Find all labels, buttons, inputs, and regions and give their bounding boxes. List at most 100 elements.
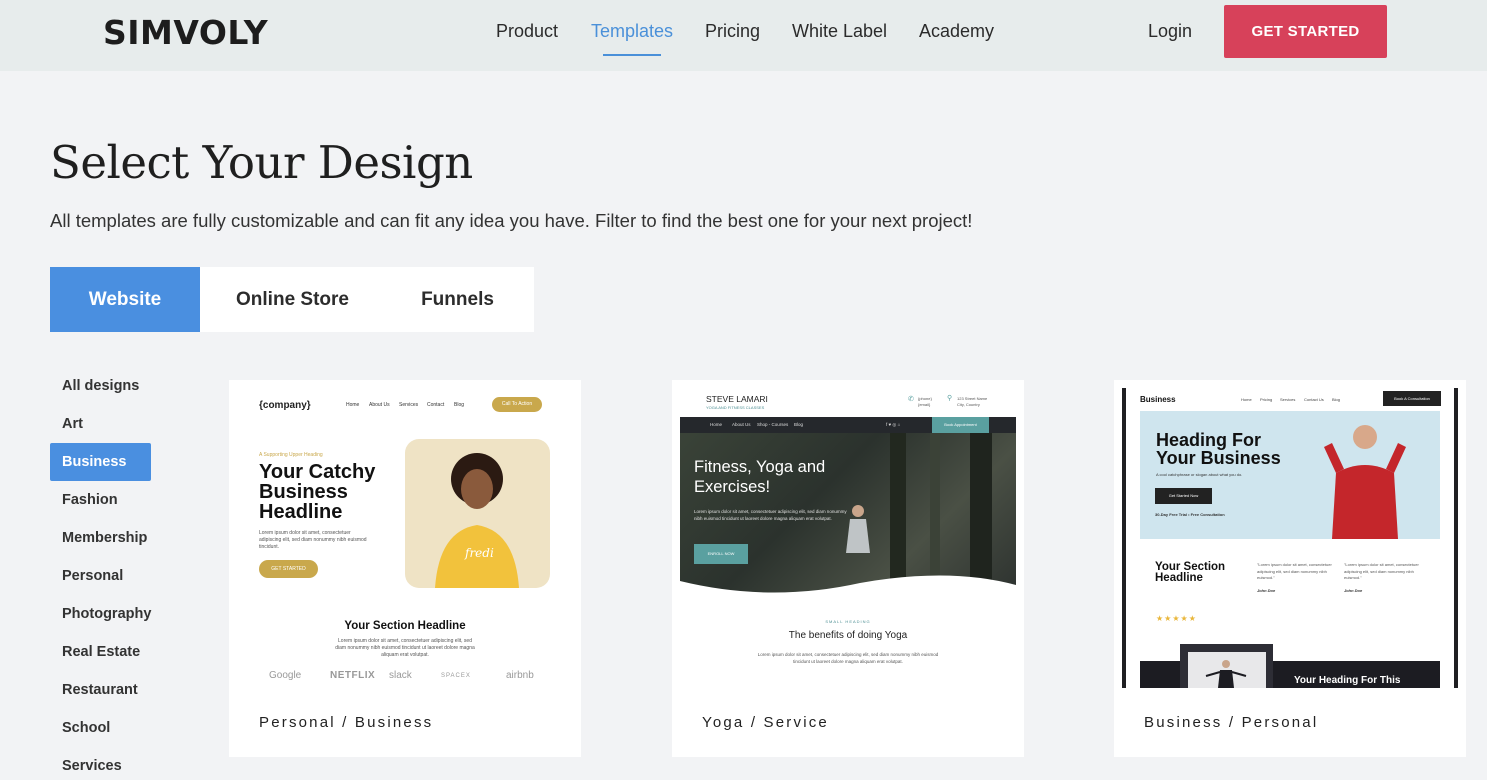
thumb-consultation-button: Book A Consultation bbox=[1383, 391, 1441, 406]
thumb-hero-title: Fitness, Yoga and Exercises! bbox=[694, 458, 826, 496]
thumb-get-started-button: Get Started Now bbox=[1155, 488, 1212, 504]
thumb-headline: Your Catchy Business Headline bbox=[259, 461, 376, 523]
nav-active-underline bbox=[603, 54, 661, 56]
thumb-book-button: Book Appointment bbox=[932, 417, 989, 433]
category-restaurant[interactable]: Restaurant bbox=[50, 671, 151, 709]
thumb-hero-note: 30-Day Free Trial • Free Consultation bbox=[1155, 512, 1225, 517]
thumb-brand-name: STEVE LAMARI bbox=[706, 394, 768, 404]
category-fashion[interactable]: Fashion bbox=[50, 481, 151, 519]
template-category-label: Personal / Business bbox=[259, 714, 434, 731]
get-started-button[interactable]: GET STARTED bbox=[1224, 5, 1387, 58]
page-title: Select Your Design bbox=[50, 136, 473, 189]
thumb-testimonial-text: "Lorem ipsum dolor sit amet, consectetue… bbox=[1257, 562, 1332, 580]
thumb-tagline: YOGA AND FITNESS CLASSES bbox=[706, 405, 765, 410]
template-type-tabs: Website Online Store Funnels bbox=[50, 267, 534, 332]
thumb-logo: {company} bbox=[259, 400, 311, 411]
thumb-shirt-text: fredi bbox=[464, 546, 494, 560]
thumb-section-headline: Your Section Headline bbox=[1155, 561, 1226, 584]
thumb-section-body: Lorem ipsum dolor sit amet, consectetuer… bbox=[757, 652, 939, 664]
thumb-nav-item: Contact Us bbox=[1304, 397, 1324, 402]
thumb-portrait-image: fredi bbox=[405, 439, 550, 588]
thumb-navbar: Home About Us Shop - Courses Blog f ♥ ◎ … bbox=[680, 417, 1016, 433]
category-membership[interactable]: Membership bbox=[50, 519, 151, 557]
simvoly-logo[interactable]: SIMVOLY bbox=[103, 13, 268, 52]
category-services[interactable]: Services bbox=[50, 747, 151, 780]
template-card-personal-business[interactable]: {company} Home About Us Services Contact… bbox=[229, 380, 581, 757]
location-pin-icon: ⚲ bbox=[947, 395, 953, 402]
category-business[interactable]: Business bbox=[50, 443, 151, 481]
template-thumbnail: Business Home Pricing Services Contact U… bbox=[1114, 380, 1466, 695]
social-icons: f ♥ ◎ ⌂ bbox=[886, 422, 901, 427]
netflix-logo: NETFLIX bbox=[330, 670, 376, 681]
top-navigation-bar: SIMVOLY Product Templates Pricing White … bbox=[0, 0, 1487, 71]
slack-logo: slack bbox=[389, 670, 412, 681]
thumb-nav-item: Services bbox=[399, 402, 419, 408]
thumb-small-heading: SMALL HEADING bbox=[825, 619, 871, 624]
tab-funnels[interactable]: Funnels bbox=[390, 267, 525, 332]
thumb-nav-item: About Us bbox=[369, 402, 390, 408]
thumb-address-line: City, Country bbox=[957, 402, 980, 407]
category-school[interactable]: School bbox=[50, 709, 151, 747]
thumb-testimonial: "Lorem ipsum dolor sit amet, consectetue… bbox=[1257, 562, 1335, 594]
thumb-email: {email} bbox=[918, 402, 931, 407]
thumb-nav-item: About Us bbox=[732, 422, 751, 427]
page-subtitle: All templates are fully customizable and… bbox=[50, 210, 973, 231]
category-art[interactable]: Art bbox=[50, 405, 151, 443]
thumb-contact: {phone} {email} bbox=[918, 396, 932, 408]
star-rating-icon: ★★★★★ bbox=[1156, 614, 1197, 623]
phone-icon: ✆ bbox=[908, 396, 914, 403]
google-logo: Google bbox=[269, 670, 302, 681]
nav-product[interactable]: Product bbox=[496, 21, 558, 42]
thumb-man-image bbox=[1324, 425, 1406, 539]
thumb-nav-item: Services bbox=[1280, 397, 1296, 402]
template-category-label: Business / Personal bbox=[1144, 714, 1319, 731]
tab-online-store[interactable]: Online Store bbox=[210, 267, 375, 332]
thumb-testimonial-text: "Lorem ipsum dolor sit amet, consectetue… bbox=[1344, 562, 1419, 580]
thumb-brand: Business bbox=[1140, 395, 1176, 404]
thumb-nav-item: Blog bbox=[1332, 397, 1341, 402]
thumb-eyebrow: A Supporting Upper Heading bbox=[259, 452, 323, 458]
thumb-hero-image: Fitness, Yoga and Exercises! Lorem ipsum… bbox=[680, 433, 1016, 597]
thumb-section-body: Lorem ipsum dolor sit amet, consectetuer… bbox=[335, 638, 475, 658]
thumb-hero-headline: Heading For Your Business bbox=[1156, 430, 1281, 468]
nav-pricing[interactable]: Pricing bbox=[705, 21, 760, 42]
thumb-nav-item: Home bbox=[346, 402, 360, 408]
thumb-nav-item: Home bbox=[710, 422, 723, 427]
nav-templates[interactable]: Templates bbox=[591, 21, 673, 42]
thumb-nav-item: Home bbox=[1241, 397, 1252, 402]
airbnb-logo: airbnb bbox=[506, 670, 534, 681]
category-photography[interactable]: Photography bbox=[50, 595, 151, 633]
thumb-testimonial-author: John Doe bbox=[1344, 587, 1363, 593]
template-card-business-personal[interactable]: Business Home Pricing Services Contact U… bbox=[1114, 380, 1466, 757]
category-personal[interactable]: Personal bbox=[50, 557, 151, 595]
template-thumbnail: STEVE LAMARI YOGA AND FITNESS CLASSES ✆ … bbox=[672, 380, 1024, 695]
nav-white-label[interactable]: White Label bbox=[792, 21, 887, 42]
category-real-estate[interactable]: Real Estate bbox=[50, 633, 151, 671]
template-card-yoga-service[interactable]: STEVE LAMARI YOGA AND FITNESS CLASSES ✆ … bbox=[672, 380, 1024, 757]
thumb-nav-item: Shop - Courses bbox=[757, 422, 789, 427]
thumb-nav-item: Blog bbox=[454, 402, 465, 408]
thumb-address: 123 Street Name City, Country bbox=[957, 396, 987, 408]
thumb-nav-item: Blog bbox=[794, 422, 804, 427]
thumb-nav-item: Contact bbox=[427, 402, 445, 408]
thumb-section-headline: Your Section Headline bbox=[344, 620, 466, 632]
thumb-enroll-button: ENROLL NOW bbox=[694, 544, 748, 564]
thumb-section-headline: The benefits of doing Yoga bbox=[788, 630, 908, 641]
thumb-cta-button: Call To Action bbox=[492, 397, 542, 412]
category-all-designs[interactable]: All designs bbox=[50, 367, 151, 405]
thumb-testimonial: "Lorem ipsum dolor sit amet, consectetue… bbox=[1344, 562, 1422, 594]
template-thumbnail: {company} Home About Us Services Contact… bbox=[229, 380, 581, 695]
thumb-hero-sub: A cool catchphrase or slogan about what … bbox=[1156, 472, 1243, 477]
thumb-hero-body: Lorem ipsum dolor sit amet, consectetuer… bbox=[694, 509, 847, 521]
thumb-nav-item: Pricing bbox=[1260, 397, 1273, 402]
thumb-get-started: GET STARTED bbox=[259, 560, 318, 578]
thumb-hero: Heading For Your Business A cool catchph… bbox=[1140, 411, 1440, 539]
tab-website[interactable]: Website bbox=[50, 267, 200, 332]
thumb-dark-image bbox=[1180, 644, 1273, 688]
login-link[interactable]: Login bbox=[1148, 21, 1192, 42]
nav-academy[interactable]: Academy bbox=[919, 21, 994, 42]
thumb-body: Lorem ipsum dolor sit amet, consectetuer… bbox=[259, 530, 367, 550]
template-category-label: Yoga / Service bbox=[702, 714, 829, 731]
thumb-testimonial-author: John Doe bbox=[1257, 587, 1276, 593]
spacex-logo: SPACEX bbox=[441, 673, 471, 679]
